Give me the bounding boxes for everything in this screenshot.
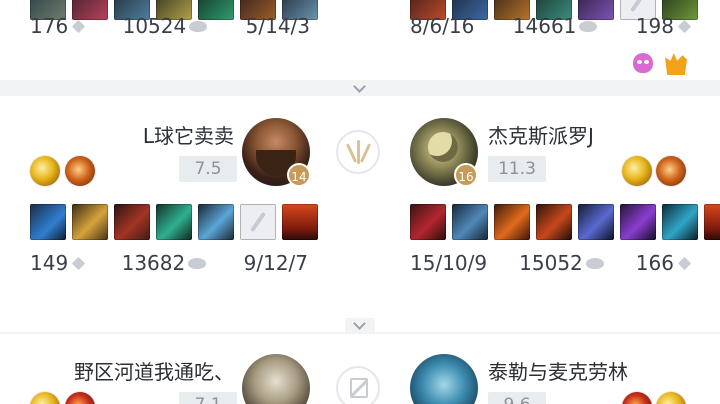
stats-row-left: 149 13682 9/12/7	[30, 251, 308, 275]
item-slot-empty	[240, 204, 276, 240]
gem-icon	[72, 19, 86, 33]
flame-badge-icon	[665, 53, 687, 75]
player-name-right[interactable]: 泰勒与麦克劳林	[488, 356, 628, 385]
gold-value: 15052	[519, 251, 583, 275]
chevron-down-icon[interactable]	[345, 81, 375, 95]
cs-value: 166	[635, 251, 674, 275]
item-slot	[662, 204, 698, 240]
avatar-right[interactable]	[410, 354, 478, 404]
cs-value: 149	[30, 251, 69, 275]
cs-value: 198	[635, 14, 674, 38]
item-slot	[410, 204, 446, 240]
item-slot	[578, 204, 614, 240]
player-card-top: 176 10524 5/14/3 8/6/16 14661 198	[0, 0, 720, 80]
ignite-spell-icon	[622, 392, 652, 404]
ignite-spell-icon	[65, 392, 95, 404]
vs-swords-icon	[336, 366, 380, 404]
item-slot	[30, 204, 66, 240]
kda-value: 15/10/9	[410, 251, 488, 275]
gem-icon	[72, 256, 86, 270]
stats-row-right: 15/10/9 15052 166	[410, 251, 692, 275]
item-slot	[452, 204, 488, 240]
item-slot	[198, 204, 234, 240]
coin-icon	[579, 20, 598, 32]
gold-value: 10524	[122, 14, 187, 38]
item-slot	[494, 204, 530, 240]
item-slot	[282, 204, 318, 240]
kda-value: 8/6/16	[410, 14, 475, 38]
gem-icon	[677, 19, 692, 33]
flash-spell-icon	[622, 156, 652, 186]
coin-icon	[585, 257, 604, 269]
vs-swords-icon	[336, 130, 380, 174]
chevron-down-icon[interactable]	[345, 318, 375, 332]
matchup-card-2: 野区河道我通吃、 7.1 泰勒与麦克劳林 9.6	[0, 334, 720, 404]
gold-value: 13682	[121, 251, 186, 275]
player-name-left[interactable]: 野区河道我通吃、	[74, 356, 234, 385]
coin-icon	[189, 20, 208, 32]
gold-value: 14661	[512, 14, 577, 38]
level-badge-right: 16	[454, 163, 478, 187]
avatar-left[interactable]	[242, 354, 310, 404]
level-badge-left: 14	[287, 163, 311, 187]
item-slot	[536, 204, 572, 240]
alien-badge-icon	[633, 53, 653, 73]
item-slot	[620, 204, 656, 240]
score-badge-right: 11.3	[488, 156, 546, 182]
player-name-left[interactable]: L球它卖卖	[143, 120, 234, 149]
coin-icon	[188, 257, 207, 269]
item-slot	[156, 204, 192, 240]
flash-spell-icon	[30, 392, 60, 404]
flash-spell-icon	[30, 156, 60, 186]
item-slot	[114, 204, 150, 240]
item-slot	[72, 204, 108, 240]
matchup-card-1: L球它卖卖 7.5 14 16 杰克斯派罗J 11.3 149 13682 9/…	[0, 96, 720, 332]
kda-value: 9/12/7	[243, 251, 308, 275]
items-row-left	[30, 204, 318, 240]
item-slot	[704, 204, 720, 240]
kda-value: 5/14/3	[245, 14, 310, 38]
smite-spell-icon	[65, 156, 95, 186]
flash-spell-icon	[656, 392, 686, 404]
cs-value: 176	[30, 14, 69, 38]
score-badge-left: 7.5	[179, 156, 237, 182]
gem-icon	[677, 256, 692, 270]
stats-row-right: 8/6/16 14661 198	[410, 14, 692, 38]
score-badge-right: 9.6	[488, 392, 546, 404]
smite-spell-icon	[656, 156, 686, 186]
items-row-right	[410, 204, 720, 240]
score-badge-left: 7.1	[179, 392, 237, 404]
player-name-right[interactable]: 杰克斯派罗J	[488, 120, 594, 149]
stats-row-left: 176 10524 5/14/3	[30, 14, 310, 38]
